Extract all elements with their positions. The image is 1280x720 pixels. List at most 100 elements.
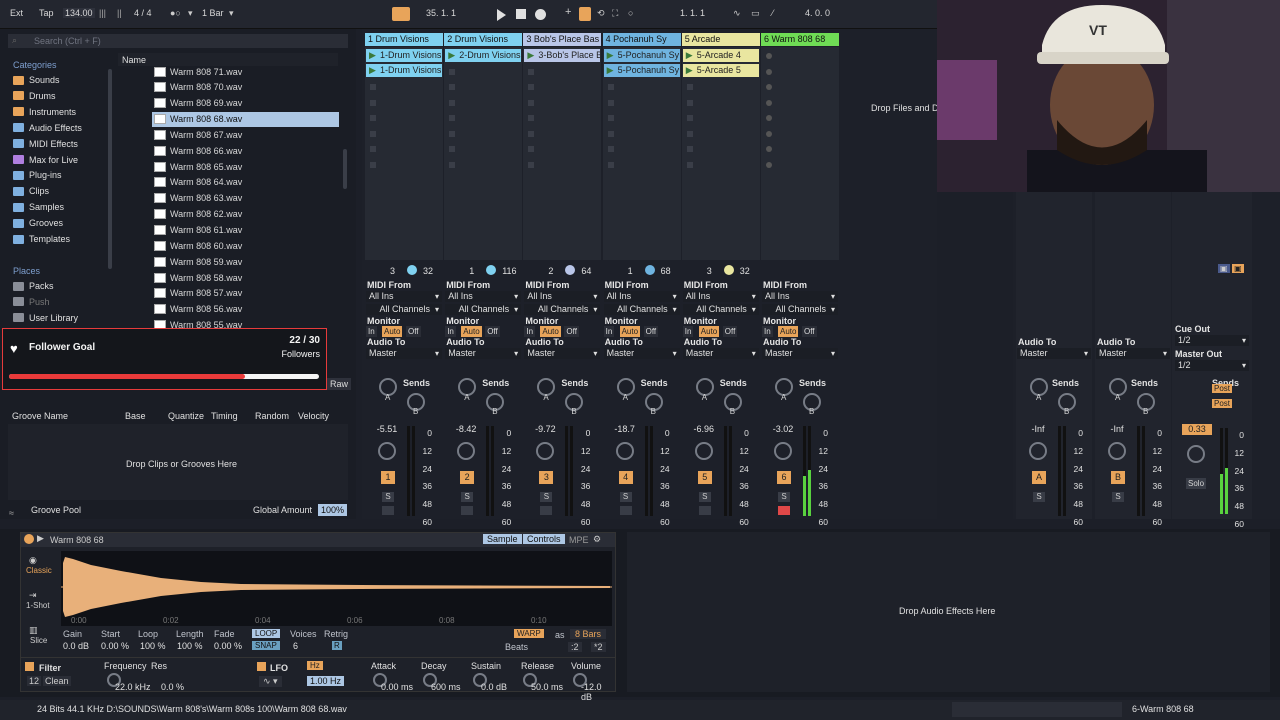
track-activator[interactable]: 6 xyxy=(777,471,791,484)
solo-button[interactable]: S xyxy=(540,492,553,502)
file-row[interactable]: Warm 808 69.wav xyxy=(152,96,339,111)
empty-slot-stop[interactable] xyxy=(766,53,772,59)
monitor-in-button[interactable]: In xyxy=(366,326,377,337)
clip-play-icon[interactable]: ▶ xyxy=(448,49,455,62)
empty-slot-stop[interactable] xyxy=(528,146,535,152)
master-volume[interactable]: 0.33 xyxy=(1182,424,1212,435)
category-item[interactable]: Instruments xyxy=(13,107,76,117)
place-item[interactable]: User Library xyxy=(13,313,78,323)
empty-slot-stop[interactable] xyxy=(370,130,376,137)
punch-in-icon[interactable]: ∿ xyxy=(733,8,741,19)
ext-sync-button[interactable]: Ext xyxy=(10,8,23,18)
track-activator[interactable]: 3 xyxy=(539,471,554,484)
tab-controls[interactable]: Controls xyxy=(523,534,565,544)
file-row[interactable]: Warm 808 68.wav xyxy=(152,111,339,127)
clip-play-icon[interactable]: ▶ xyxy=(607,49,614,62)
clip-play-icon[interactable]: ▶ xyxy=(369,64,376,77)
solo-button[interactable]: S xyxy=(1112,492,1124,502)
monitor-auto-button[interactable]: Auto xyxy=(382,326,403,337)
empty-slot-stop[interactable] xyxy=(607,130,614,137)
track-volume[interactable]: -18.7 xyxy=(610,424,640,435)
track-activator[interactable]: 2 xyxy=(460,471,475,484)
track-volume[interactable]: -8.42 xyxy=(451,424,481,435)
device-fold-icon[interactable]: ▶ xyxy=(37,533,44,544)
category-item[interactable]: Max for Live xyxy=(13,155,78,165)
global-amount-field[interactable]: 100% xyxy=(318,504,348,516)
gain-value[interactable]: 0.0 dB xyxy=(63,641,89,651)
track-activator[interactable]: 4 xyxy=(618,471,633,484)
arm-button-icon[interactable] xyxy=(382,506,394,515)
file-row[interactable]: Warm 808 63.wav xyxy=(152,191,339,206)
tab-sample[interactable]: Sample xyxy=(483,534,522,544)
monitor-off-button[interactable]: Off xyxy=(564,326,579,337)
file-row[interactable]: Warm 808 61.wav xyxy=(152,223,339,238)
monitor-auto-button[interactable]: Auto xyxy=(698,326,720,337)
category-item[interactable]: Grooves xyxy=(13,218,63,228)
monitor-auto-button[interactable]: Auto xyxy=(461,326,482,337)
track-volume[interactable]: -3.02 xyxy=(768,424,798,435)
empty-slot-stop[interactable] xyxy=(528,84,535,90)
empty-slot-stop[interactable] xyxy=(449,146,456,152)
session-record-icon[interactable]: ○ xyxy=(628,8,633,18)
solo-button[interactable]: S xyxy=(778,492,790,502)
track-header[interactable]: 5 Arcade xyxy=(681,33,760,46)
monitor-in-button[interactable]: In xyxy=(445,326,456,337)
warp-toggle[interactable]: WARP xyxy=(514,629,544,638)
sends-toggle-icon[interactable]: ▣ xyxy=(1232,264,1244,273)
monitor-in-button[interactable]: In xyxy=(524,326,536,337)
empty-slot-stop[interactable] xyxy=(607,146,614,152)
category-item[interactable]: Drums xyxy=(13,91,56,101)
empty-slot-stop[interactable] xyxy=(686,99,693,106)
empty-slot-stop[interactable] xyxy=(607,161,614,168)
groove-column-header[interactable]: Random xyxy=(255,411,289,421)
clip-play-icon[interactable]: ▶ xyxy=(686,49,693,62)
category-item[interactable]: Clips xyxy=(13,186,49,196)
track-volume[interactable]: -5.51 xyxy=(372,424,402,435)
input-type-select[interactable]: All Ins xyxy=(524,291,601,302)
clip-slot[interactable]: ▶ 5-Pochanuh Sy xyxy=(603,49,680,62)
empty-slot-stop[interactable] xyxy=(766,146,772,152)
groove-toggle-icon[interactable]: ≈ xyxy=(9,508,14,518)
track-header[interactable]: 2 Drum Visions xyxy=(444,33,523,46)
category-item[interactable]: Samples xyxy=(13,202,64,212)
input-type-select[interactable]: All Ins xyxy=(762,291,838,302)
retrig-toggle[interactable]: R xyxy=(332,641,342,650)
empty-slot-stop[interactable] xyxy=(766,99,772,106)
punch-out-icon[interactable]: ⁄ xyxy=(772,8,774,18)
empty-slot-stop[interactable] xyxy=(766,161,772,168)
tap-tempo-button[interactable]: Tap xyxy=(39,8,54,18)
place-item[interactable]: Packs xyxy=(13,281,54,291)
follow-button[interactable] xyxy=(392,7,410,21)
arm-button-icon[interactable] xyxy=(778,506,790,515)
env-decay-value[interactable]: 600 ms xyxy=(431,682,461,692)
io-toggle-icon[interactable]: ▣ xyxy=(1218,264,1230,273)
empty-slot-stop[interactable] xyxy=(766,130,772,137)
capture-icon[interactable]: ⛶ xyxy=(612,8,618,19)
clip-slot[interactable]: ▶ 1-Drum Visions xyxy=(366,64,442,77)
monitor-in-button[interactable]: In xyxy=(762,326,773,337)
monitor-in-button[interactable]: In xyxy=(603,326,615,337)
file-row[interactable]: Warm 808 56.wav xyxy=(152,302,339,317)
arm-button-icon[interactable] xyxy=(698,506,711,515)
input-channel-select[interactable]: All Channels xyxy=(762,304,838,315)
lfo-rate-field[interactable]: 1.00 Hz xyxy=(307,676,345,686)
file-row[interactable]: Warm 808 67.wav xyxy=(152,127,339,142)
empty-slot-stop[interactable] xyxy=(686,161,693,168)
quantize-select[interactable]: 1 Bar xyxy=(202,8,224,18)
empty-slot-stop[interactable] xyxy=(370,84,376,90)
track-activator[interactable]: 5 xyxy=(697,471,712,484)
mode-slice[interactable]: Slice xyxy=(30,636,47,645)
post-button-a[interactable]: Post xyxy=(1212,384,1233,393)
stop-icon[interactable] xyxy=(516,9,526,19)
filter-frequency-value[interactable]: 22.0 kHz xyxy=(115,682,151,692)
categories-scrollbar[interactable] xyxy=(108,69,112,269)
filter-slope-select[interactable]: 12 xyxy=(27,676,42,686)
env-attack-value[interactable]: 0.00 ms xyxy=(381,682,413,692)
arm-button-icon[interactable] xyxy=(540,506,553,515)
empty-slot-stop[interactable] xyxy=(449,99,456,106)
file-row[interactable]: Warm 808 70.wav xyxy=(152,80,339,95)
monitor-off-button[interactable]: Off xyxy=(643,326,659,337)
fade-value[interactable]: 0.00 % xyxy=(214,641,242,651)
empty-slot-stop[interactable] xyxy=(766,115,772,121)
empty-slot-stop[interactable] xyxy=(607,99,614,106)
